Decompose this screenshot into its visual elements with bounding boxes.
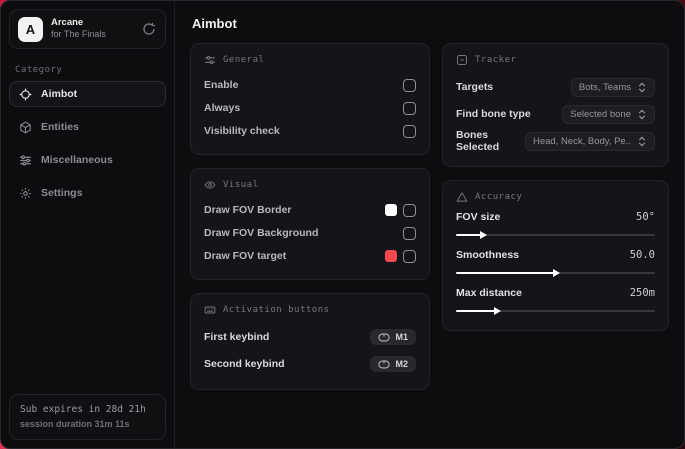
- draw-fov-target-label: Draw FOV target: [204, 250, 287, 262]
- find-bone-type-label: Find bone type: [456, 108, 531, 120]
- slider-thumb[interactable]: [553, 269, 561, 277]
- first-keybind-label: First keybind: [204, 331, 270, 343]
- accuracy-card: Accuracy FOV size 50° Smoothness 50.0 Ma…: [442, 180, 669, 331]
- mouse-icon: [378, 360, 391, 369]
- draw-fov-background-checkbox[interactable]: [403, 226, 416, 240]
- mouse-icon: [378, 333, 391, 342]
- sidebar-item-miscellaneous[interactable]: Miscellaneous: [9, 147, 166, 173]
- sliders-icon: [19, 154, 32, 167]
- main-panel: Aimbot General Enable Always Visibility …: [175, 1, 684, 448]
- max-distance-value: 250m: [629, 287, 655, 299]
- fov-size-slider[interactable]: [456, 230, 655, 240]
- triangle-icon: [456, 191, 468, 203]
- draw-fov-background-label: Draw FOV Background: [204, 227, 319, 239]
- app-window: A Arcane for The Finals Category Aimbot: [0, 0, 685, 449]
- sidebar-item-settings[interactable]: Settings: [9, 180, 166, 206]
- enable-label: Enable: [204, 79, 239, 91]
- card-title: Visual: [223, 180, 259, 190]
- activation-buttons-card: Activation buttons First keybind M1 Seco…: [190, 293, 430, 390]
- brand-logo: A: [18, 16, 43, 42]
- sliders-icon: [204, 54, 216, 66]
- visibility-check-label: Visibility check: [204, 125, 280, 137]
- find-bone-type-select[interactable]: Selected bone: [562, 104, 655, 124]
- sidebar-item-label: Settings: [41, 187, 83, 199]
- card-title: Tracker: [475, 55, 517, 65]
- sidebar-item-label: Miscellaneous: [41, 154, 113, 166]
- visibility-check-checkbox[interactable]: [403, 124, 416, 138]
- targets-label: Targets: [456, 81, 494, 93]
- session-duration-text: session duration 31m 11s: [20, 418, 130, 429]
- draw-fov-target-checkbox[interactable]: [403, 249, 416, 263]
- sidebar-item-label: Aimbot: [41, 88, 78, 100]
- bones-selected-value: Head, Neck, Body, Pe..: [532, 135, 631, 147]
- category-label: Category: [15, 65, 63, 75]
- max-distance-slider[interactable]: [456, 306, 655, 316]
- targets-select[interactable]: Bots, Teams: [570, 77, 655, 97]
- brand-text: Arcane for The Finals: [51, 17, 133, 40]
- max-distance-row: Max distance 250m: [456, 287, 655, 316]
- fov-size-value: 50°: [636, 211, 655, 223]
- keybind-value: M2: [395, 359, 408, 369]
- enable-checkbox[interactable]: [403, 78, 416, 92]
- checkbox-minus-icon: [456, 54, 468, 66]
- chevrons-up-down-icon: [637, 136, 647, 147]
- sidebar-item-entities[interactable]: Entities: [9, 114, 166, 140]
- second-keybind-label: Second keybind: [204, 358, 285, 370]
- targets-value: Bots, Teams: [578, 81, 631, 93]
- draw-fov-border-label: Draw FOV Border: [204, 204, 292, 216]
- fov-border-color-swatch[interactable]: [385, 204, 397, 216]
- refresh-icon[interactable]: [141, 21, 157, 37]
- tracker-card: Tracker Targets Bots, Teams Find bone ty…: [442, 43, 669, 167]
- always-label: Always: [204, 102, 241, 114]
- smoothness-slider[interactable]: [456, 268, 655, 278]
- draw-fov-border-checkbox[interactable]: [403, 203, 416, 217]
- fov-size-row: FOV size 50°: [456, 211, 655, 240]
- brand-subtitle: for The Finals: [51, 29, 106, 40]
- chevrons-up-down-icon: [637, 82, 647, 93]
- slider-thumb[interactable]: [493, 307, 501, 315]
- fov-target-color-swatch[interactable]: [385, 250, 397, 262]
- first-keybind-button[interactable]: M1: [370, 329, 416, 345]
- sidebar-item-label: Entities: [41, 121, 79, 133]
- chevrons-up-down-icon: [637, 109, 647, 120]
- card-title: Activation buttons: [223, 305, 330, 315]
- brand-box: A Arcane for The Finals: [9, 9, 166, 49]
- cube-icon: [19, 121, 32, 134]
- brand-name: Arcane: [51, 17, 84, 29]
- slider-thumb[interactable]: [479, 231, 487, 239]
- crosshair-icon: [19, 88, 32, 101]
- sidebar: A Arcane for The Finals Category Aimbot: [1, 1, 175, 448]
- fov-size-label: FOV size: [456, 211, 501, 223]
- card-title: Accuracy: [475, 192, 523, 202]
- visual-card: Visual Draw FOV Border Draw FOV Backgrou…: [190, 168, 430, 280]
- smoothness-row: Smoothness 50.0: [456, 249, 655, 278]
- gear-icon: [19, 187, 32, 200]
- max-distance-label: Max distance: [456, 287, 522, 299]
- bones-selected-label: Bones Selected: [456, 129, 500, 153]
- second-keybind-button[interactable]: M2: [370, 356, 416, 372]
- general-card: General Enable Always Visibility check: [190, 43, 430, 155]
- page-title: Aimbot: [192, 16, 237, 31]
- sidebar-nav: Aimbot Entities Miscellaneous Settings: [1, 81, 174, 206]
- smoothness-label: Smoothness: [456, 249, 520, 261]
- always-checkbox[interactable]: [403, 101, 416, 115]
- sub-expiry-text: Sub expires in 28d 21h: [20, 404, 146, 416]
- keyboard-icon: [204, 304, 216, 316]
- eye-icon: [204, 179, 216, 191]
- subscription-status-box: Sub expires in 28d 21h session duration …: [9, 394, 166, 440]
- sidebar-item-aimbot[interactable]: Aimbot: [9, 81, 166, 107]
- smoothness-value: 50.0: [629, 249, 655, 261]
- find-bone-type-value: Selected bone: [570, 108, 631, 120]
- bones-selected-select[interactable]: Head, Neck, Body, Pe..: [524, 131, 655, 151]
- keybind-value: M1: [395, 332, 408, 342]
- card-title: General: [223, 55, 265, 65]
